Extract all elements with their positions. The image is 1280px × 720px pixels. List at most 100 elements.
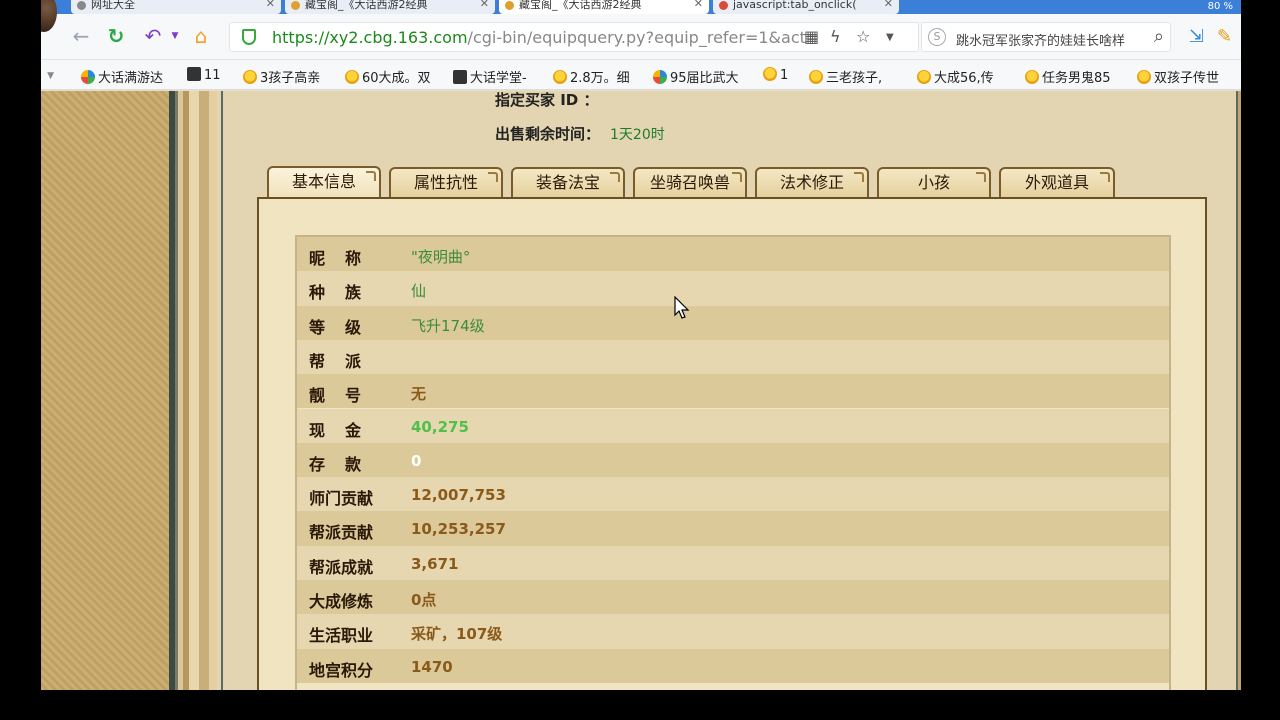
bookmark-icon xyxy=(453,70,467,84)
row-value: 0 xyxy=(411,451,422,470)
browser-tab-2[interactable]: 藏宝阁_《大话西游2经典 ✕ xyxy=(499,0,709,14)
chevron-down-icon[interactable]: ▼ xyxy=(886,32,894,43)
row-label: 地宫积分 xyxy=(309,660,374,680)
tab-label: 装备法宝 xyxy=(535,173,600,192)
seller-id-line: 指定买家 ID ： xyxy=(495,89,598,110)
address-toolbar: ← ↻ ↶ ▼ ⌂ https://xy2.cbg.163.com/cgi-bi… xyxy=(41,14,1241,60)
tab-mounts-summons[interactable]: 坐骑召唤兽 xyxy=(633,167,747,197)
page-content: 指定买家 ID ： 出售剩余时间： 1天20时 基本信息 属性抗性 装备法宝 坐骑… xyxy=(41,91,1241,690)
tab-content-frame: 昵称 "夜明曲° 种族 仙等级 飞升174级 帮派 靓号 无现金 40,275 存款 0 师门贡献 12… xyxy=(257,197,1207,690)
close-icon[interactable]: ✕ xyxy=(266,0,275,9)
tab-children[interactable]: 小孩 xyxy=(877,167,991,197)
row-value: 采矿，107级 xyxy=(411,625,503,644)
bookmark-8[interactable]: 三老孩子, xyxy=(809,67,882,86)
lightning-icon[interactable]: ϟ xyxy=(830,27,841,46)
tab-label: 小孩 xyxy=(917,173,950,192)
bookmark-0[interactable]: 大话满游达 xyxy=(81,67,163,86)
bookmark-5[interactable]: 2.8万。细 xyxy=(553,67,630,86)
browser-window: 网址大全 ✕ 藏宝阁_《大话西游2经典 ✕ 藏宝阁_《大话西游2经典 ✕ jav… xyxy=(41,0,1241,690)
tab-basic-info[interactable]: 基本信息 xyxy=(267,166,381,198)
table-row: 昵称 "夜明曲° xyxy=(297,237,1169,272)
url-text[interactable]: https://xy2.cbg.163.com/cgi-bin/equipque… xyxy=(272,28,819,47)
tab-label: 基本信息 xyxy=(291,172,356,191)
chick-icon xyxy=(553,70,567,84)
tab-spell-modifiers[interactable]: 法术修正 xyxy=(755,167,869,197)
time-left-value: 1天20时 xyxy=(610,127,665,143)
globe-icon xyxy=(77,1,86,10)
row-label: 大成修炼 xyxy=(309,592,374,611)
table-row: 帮派 xyxy=(297,339,1169,375)
undo-icon[interactable]: ↶ xyxy=(141,24,165,48)
browser-tab-0[interactable]: 网址大全 ✕ xyxy=(71,0,281,14)
row-value: 10,253,257 xyxy=(411,520,506,539)
bookmark-11[interactable]: 双孩子传世 xyxy=(1137,67,1219,86)
browser-tab-strip: 网址大全 ✕ 藏宝阁_《大话西游2经典 ✕ 藏宝阁_《大话西游2经典 ✕ jav… xyxy=(41,0,1241,14)
search-engine-icon: S xyxy=(928,28,946,46)
tab-equipment[interactable]: 装备法宝 xyxy=(511,167,625,197)
row-value: 40,275 xyxy=(411,417,469,436)
bookmark-label: 大成56,传 xyxy=(934,71,994,86)
row-value: 飞升174级 xyxy=(411,316,485,335)
browser-tab-1[interactable]: 藏宝阁_《大话西游2经典 ✕ xyxy=(285,0,495,14)
address-bar[interactable]: https://xy2.cbg.163.com/cgi-bin/equipque… xyxy=(229,22,919,52)
search-box[interactable]: S 跳水冠军张家齐的娃娃长啥样 ⌕ xyxy=(921,22,1171,52)
row-value: 3,671 xyxy=(411,554,459,573)
search-input[interactable]: 跳水冠军张家齐的娃娃长啥样 xyxy=(956,30,1125,49)
row-label: 现金 xyxy=(309,420,382,440)
tab-appearance[interactable]: 外观道具 xyxy=(999,167,1115,197)
cbg-site-icon xyxy=(291,1,300,10)
tab-label: 坐骑召唤兽 xyxy=(649,173,730,192)
bookmark-10[interactable]: 任务男鬼85 xyxy=(1025,67,1111,86)
back-arrow-icon[interactable]: ← xyxy=(69,24,93,48)
row-label: 种族 xyxy=(309,283,382,303)
tab-label: 属性抗性 xyxy=(413,173,478,192)
tab-attributes[interactable]: 属性抗性 xyxy=(389,167,503,197)
bookmark-label: 60大成。双 xyxy=(362,71,431,86)
bookmark-label: 3孩子高亲 xyxy=(260,71,321,86)
row-value: 0点 xyxy=(411,591,437,609)
bookmark-icon xyxy=(187,67,201,81)
search-icon[interactable]: ⌕ xyxy=(1154,26,1164,47)
table-row: 等级 飞升174级 xyxy=(297,305,1169,340)
close-icon[interactable]: ✕ xyxy=(694,0,703,9)
bookmark-7[interactable]: 1 xyxy=(763,67,788,83)
row-label: 存款 xyxy=(309,454,382,474)
close-icon[interactable]: ✕ xyxy=(480,0,489,9)
home-icon[interactable]: ⌂ xyxy=(189,24,213,48)
bookmarks-bar: ▼ 大话满游达 11 3孩子高亲 60大成。双 大话学堂- 2.8万。细 95届… xyxy=(41,60,1241,90)
chick-icon xyxy=(1025,70,1039,84)
table-row: 师门贡献 12,007,753 xyxy=(297,477,1169,512)
bookmark-label: 三老孩子, xyxy=(826,71,883,86)
bookmark-label: 2.8万。细 xyxy=(570,71,630,86)
table-row: 生活职业 采矿，107级 xyxy=(297,614,1169,649)
table-row: 大成修炼 0点 xyxy=(297,580,1169,615)
extension-icon[interactable]: ✎ xyxy=(1217,26,1232,47)
close-icon[interactable]: ✕ xyxy=(884,0,893,9)
browser-tab-3[interactable]: javascript:tab_onclick( ✕ xyxy=(713,0,899,14)
bookmark-3[interactable]: 60大成。双 xyxy=(345,67,431,86)
script-icon xyxy=(719,1,728,10)
bookmark-label: 大话学堂- xyxy=(470,71,527,86)
browser-tab-title: 网址大全 xyxy=(91,0,135,11)
row-value: 12,007,753 xyxy=(411,486,506,505)
qr-code-icon[interactable]: ▦ xyxy=(804,27,819,46)
star-icon[interactable]: ☆ xyxy=(856,27,870,46)
bookmark-label: 95届比武大 xyxy=(670,71,739,86)
right-decorative-border xyxy=(1236,91,1241,690)
table-row: 地宫积分 1470 xyxy=(297,648,1169,683)
bookmark-9[interactable]: 大成56,传 xyxy=(917,67,994,86)
bookmark-1[interactable]: 11 xyxy=(187,67,221,83)
row-label: 帮派成就 xyxy=(309,557,374,577)
bookmark-4[interactable]: 大话学堂- xyxy=(453,67,527,86)
download-icon[interactable]: ⇲ xyxy=(1189,26,1204,47)
seller-id-label: 指定买家 ID ： xyxy=(495,91,599,109)
bookmark-2[interactable]: 3孩子高亲 xyxy=(243,67,320,86)
bookmark-overflow[interactable]: ▼ xyxy=(43,67,54,82)
browser-tab-title: 藏宝阁_《大话西游2经典 xyxy=(519,0,642,11)
row-value: 1470 xyxy=(411,657,453,676)
bookmark-icon xyxy=(81,70,95,84)
chevron-down-icon[interactable]: ▼ xyxy=(163,24,187,48)
bookmark-6[interactable]: 95届比武大 xyxy=(653,67,739,86)
refresh-icon[interactable]: ↻ xyxy=(104,24,128,48)
shield-icon xyxy=(242,29,256,45)
